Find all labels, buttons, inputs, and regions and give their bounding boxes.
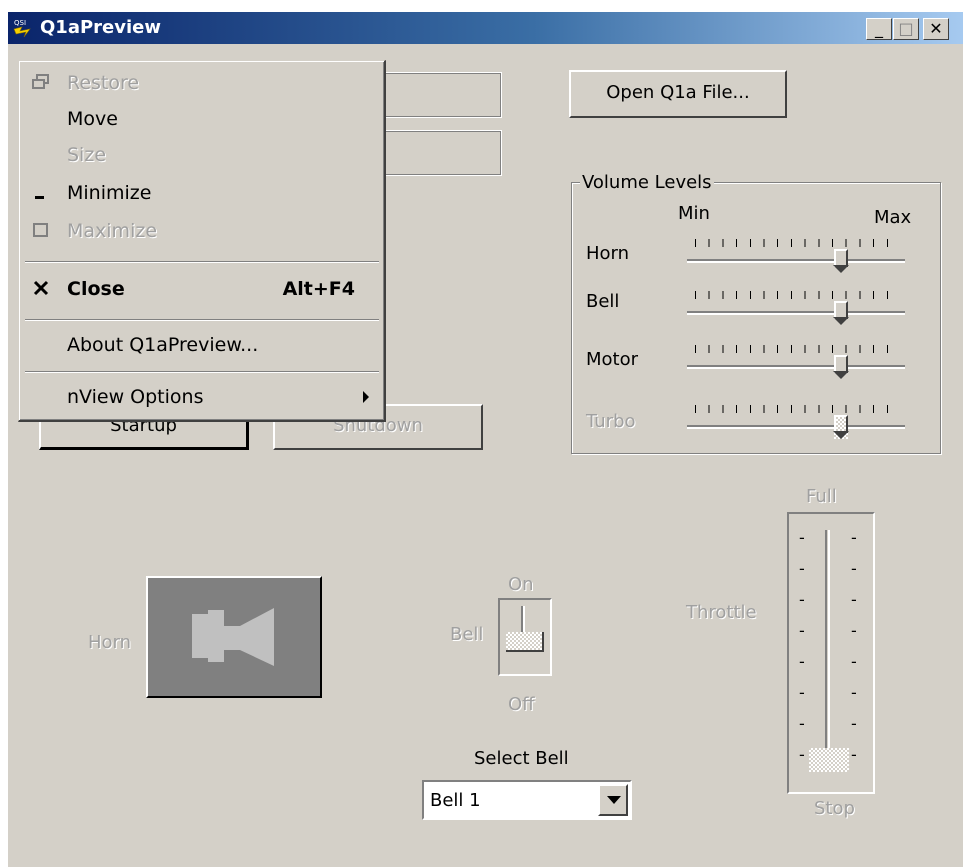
close-window-button[interactable]: ✕ — [923, 18, 949, 40]
slider-thumb[interactable] — [833, 415, 849, 439]
bell-switch-label: Bell — [450, 624, 484, 645]
menu-separator — [25, 319, 379, 321]
menu-item-label: Close — [67, 278, 125, 300]
volume-levels-group: Volume Levels Min Max Horn Bell Motor Tu… — [571, 172, 941, 454]
throttle-tick: - — [851, 528, 857, 547]
throttle-stop-label: Stop — [814, 798, 855, 819]
minimize-icon: _ — [875, 19, 883, 38]
throttle-tick: - — [799, 745, 805, 764]
menu-item-size[interactable]: Size — [19, 139, 385, 173]
slider-track — [687, 425, 905, 429]
select-bell-dropdown[interactable]: Bell 1 — [422, 780, 632, 820]
throttle-label: Throttle — [686, 602, 757, 623]
slider-ticks — [695, 239, 891, 247]
app-icon[interactable]: QSI — [12, 17, 36, 39]
system-menu: Restore Move Size Minimize Maximize Clos… — [18, 60, 386, 422]
motor-volume-label: Motor — [586, 349, 639, 370]
throttle-tick: - — [851, 683, 857, 702]
volume-max-label: Max — [874, 207, 912, 228]
throttle-full-label: Full — [806, 486, 837, 507]
menu-separator — [25, 261, 379, 263]
throttle-tick: - — [851, 621, 857, 640]
select-bell-label: Select Bell — [474, 748, 569, 769]
select-bell-value: Bell 1 — [430, 790, 481, 811]
throttle-tick: - — [851, 745, 857, 764]
turbo-volume-slider[interactable] — [687, 403, 907, 443]
menu-item-label: About Q1aPreview... — [67, 334, 259, 356]
menu-item-label: Restore — [67, 72, 140, 94]
menu-item-label: Minimize — [67, 182, 152, 204]
turbo-volume-label: Turbo — [586, 411, 636, 432]
menu-item-minimize[interactable]: Minimize — [19, 177, 385, 211]
horn-volume-slider[interactable] — [687, 237, 907, 277]
open-file-button[interactable]: Open Q1a File... — [569, 70, 787, 118]
restore-icon — [31, 73, 51, 93]
menu-item-accelerator: Alt+F4 — [282, 278, 355, 300]
menu-item-about[interactable]: About Q1aPreview... — [19, 329, 385, 363]
bell-volume-label: Bell — [586, 291, 620, 312]
maximize-icon: □ — [898, 19, 914, 38]
throttle-slider[interactable]: - - - - - - - - - - - - - - - - — [787, 512, 875, 794]
motor-volume-slider[interactable] — [687, 343, 907, 383]
menu-item-label: nView Options — [67, 386, 204, 408]
throttle-tick: - — [799, 559, 805, 578]
close-icon: ✕ — [929, 19, 943, 38]
submenu-arrow-icon — [363, 391, 369, 403]
throttle-track — [825, 530, 830, 772]
slider-ticks — [695, 345, 891, 353]
throttle-thumb[interactable] — [809, 748, 849, 772]
slider-track — [687, 259, 905, 263]
minimize-window-button[interactable]: _ — [866, 18, 892, 40]
slider-track — [687, 365, 905, 369]
menu-item-label: Size — [67, 144, 107, 166]
volume-levels-title: Volume Levels — [580, 172, 714, 193]
bell-toggle-switch[interactable] — [498, 598, 552, 676]
menu-item-nview-options[interactable]: nView Options — [19, 381, 385, 415]
maximize-window-button[interactable]: □ — [893, 18, 919, 40]
chevron-down-icon[interactable] — [598, 784, 628, 816]
volume-min-label: Min — [678, 203, 710, 224]
bell-off-label: Off — [508, 694, 535, 715]
throttle-tick: - — [799, 528, 805, 547]
throttle-tick: - — [799, 621, 805, 640]
slider-ticks — [695, 291, 891, 299]
horn-volume-label: Horn — [586, 243, 630, 264]
throttle-tick: - — [851, 652, 857, 671]
minimize-icon — [31, 183, 51, 203]
menu-item-label: Maximize — [67, 220, 158, 242]
slider-thumb[interactable] — [833, 355, 849, 379]
slider-track — [687, 311, 905, 315]
horn-button[interactable] — [146, 576, 322, 698]
throttle-tick: - — [851, 590, 857, 609]
throttle-tick: - — [851, 559, 857, 578]
maximize-icon — [31, 221, 51, 241]
menu-item-label: Move — [67, 108, 118, 130]
throttle-tick: - — [851, 714, 857, 733]
title-bar[interactable]: QSI Q1aPreview _ □ ✕ — [8, 12, 963, 44]
bell-volume-slider[interactable] — [687, 289, 907, 329]
throttle-tick: - — [799, 714, 805, 733]
throttle-tick: - — [799, 683, 805, 702]
switch-thumb[interactable] — [506, 632, 544, 652]
throttle-tick: - — [799, 652, 805, 671]
slider-thumb[interactable] — [833, 249, 849, 273]
slider-ticks — [695, 405, 891, 413]
bell-on-label: On — [508, 574, 534, 595]
menu-item-maximize[interactable]: Maximize — [19, 215, 385, 249]
horn-icon — [192, 608, 274, 666]
app-window: QSI Q1aPreview _ □ ✕ Open Q1a File... St… — [6, 10, 963, 867]
menu-separator — [25, 371, 379, 373]
horn-label: Horn — [88, 632, 132, 653]
slider-thumb[interactable] — [833, 301, 849, 325]
close-icon — [31, 279, 51, 299]
svg-text:QSI: QSI — [14, 19, 26, 27]
throttle-tick: - — [799, 590, 805, 609]
menu-item-close[interactable]: Close Alt+F4 — [19, 273, 385, 307]
window-title: Q1aPreview — [40, 17, 161, 38]
menu-item-move[interactable]: Move — [19, 103, 385, 137]
menu-item-restore[interactable]: Restore — [19, 67, 385, 101]
